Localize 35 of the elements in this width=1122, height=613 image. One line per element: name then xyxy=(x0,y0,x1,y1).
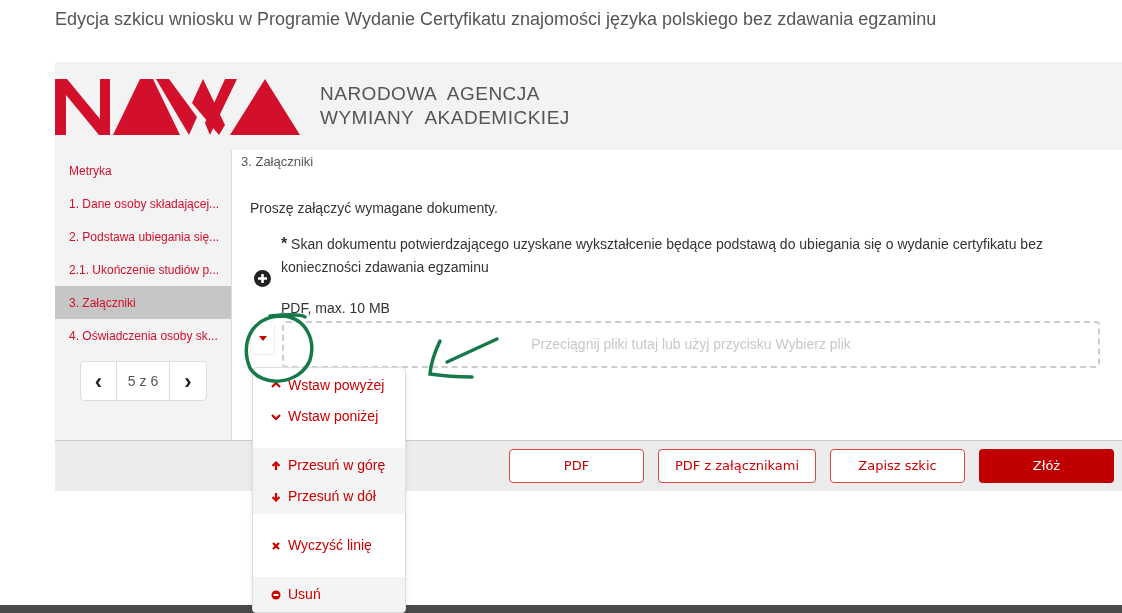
next-page-button[interactable]: › xyxy=(170,362,206,400)
previous-page-button[interactable]: ‹ xyxy=(81,362,117,400)
footer-button[interactable]: PDF z załącznikami xyxy=(658,449,816,483)
page-indicator: 5 z 6 xyxy=(117,362,170,400)
organization-name: WYMIANY AKADEMICKIEJ xyxy=(320,106,570,130)
caret-icon xyxy=(258,335,267,341)
annotation-arrow xyxy=(428,337,499,379)
menu-item[interactable]: Przesuń w dół xyxy=(288,486,376,507)
sidebar-item[interactable]: 2.1. Ukończenie studiów p... xyxy=(55,253,231,286)
section-title: 3. Załączniki xyxy=(241,153,314,171)
attachment-label: * Skan dokumentu potwierdzającego uzyskane wykształcenie będące podstawą do ubiegania się o wydanie certyfikatu bez konieczności zdawania egzaminu xyxy=(281,234,1044,277)
row-menu-button[interactable] xyxy=(250,321,275,355)
menu-item[interactable]: Wstaw powyżej xyxy=(288,375,385,396)
menu-item[interactable]: Usuń xyxy=(288,584,321,605)
add-icon[interactable] xyxy=(254,270,271,287)
footer-button[interactable]: Zapisz szkic xyxy=(830,449,965,483)
sidebar-item[interactable]: 2. Podstawa ubiegania się... xyxy=(55,220,231,253)
sidebar-item[interactable]: Metryka xyxy=(55,154,231,187)
close-icon xyxy=(271,540,281,551)
organization-name: NARODOWA AGENCJA xyxy=(320,82,541,106)
arrow-down-icon xyxy=(271,491,281,502)
minus-circle-icon xyxy=(271,589,281,600)
menu-item[interactable]: Wyczyść linię xyxy=(288,535,372,556)
sidebar-item[interactable]: 3. Załączniki xyxy=(55,286,231,319)
sidebar-item[interactable]: 4. Oświadczenia osoby sk... xyxy=(55,319,231,352)
footer-button[interactable]: PDF xyxy=(509,449,644,483)
chevron-down-icon xyxy=(271,411,281,422)
page-title: Edycja szkicu wniosku w Programie Wydanie Certyfikatu znajomości języka polskiego bez zdawania egzaminu xyxy=(55,8,937,31)
file-hint: PDF, max. 10 MB xyxy=(281,299,390,318)
arrow-up-icon xyxy=(271,460,281,471)
menu-item[interactable]: Przesuń w górę xyxy=(288,455,386,476)
submit-button[interactable]: Złóż xyxy=(979,449,1114,483)
menu-item[interactable]: Wstaw poniżej xyxy=(288,406,379,427)
sidebar-item[interactable]: 1. Dane osoby składającej... xyxy=(55,187,231,220)
instruction-text: Proszę załączyć wymagane dokumenty. xyxy=(250,199,498,218)
